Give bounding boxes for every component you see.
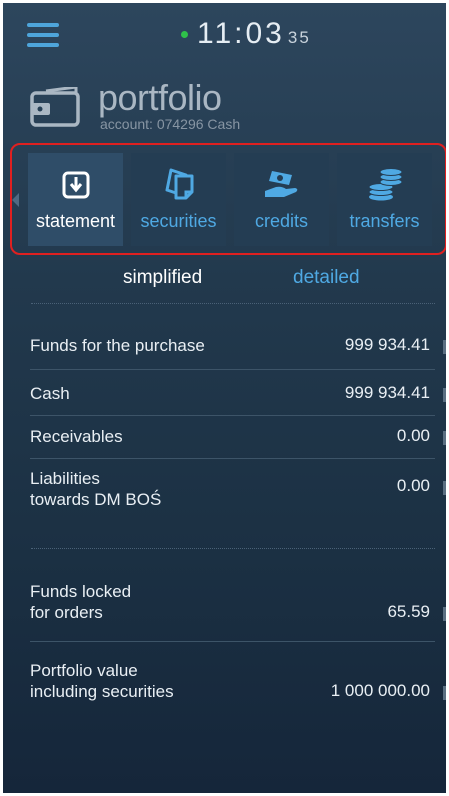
clock: 11:03 35	[197, 17, 311, 51]
divider	[31, 548, 435, 549]
funds-locked-label-line2: for orders	[30, 603, 103, 622]
funds-purchase-label: Funds for the purchase	[30, 336, 205, 355]
divider	[31, 303, 435, 304]
row-edge-marker	[443, 431, 446, 445]
row-edge-marker	[443, 340, 446, 354]
divider	[30, 369, 435, 370]
receivables-label: Receivables	[30, 427, 123, 446]
clock-time: 11:03	[197, 17, 285, 50]
divider	[30, 641, 435, 642]
clock-seconds: 35	[287, 28, 311, 47]
funds-locked-value: 65.59	[387, 602, 430, 621]
tab-securities[interactable]: securities	[131, 153, 226, 246]
download-icon	[62, 171, 89, 199]
cash-value: 999 934.41	[344, 383, 430, 402]
connection-status-dot	[181, 31, 188, 38]
row-edge-marker	[443, 607, 446, 621]
liabilities-label-line1: Liabilities	[30, 469, 100, 488]
app-screen: 11:03 35 portfolio account: 074296 Cash s…	[3, 3, 446, 793]
divider	[30, 415, 435, 416]
row-edge-marker	[443, 388, 446, 402]
tab-credits-label: credits	[254, 211, 308, 231]
tab-transfers[interactable]: transfers	[337, 153, 432, 246]
funds-locked-label: Funds locked for orders	[30, 581, 131, 623]
documents-icon	[165, 168, 193, 200]
tab-securities-label: securities	[140, 211, 217, 231]
funds-purchase-value: 999 934.41	[344, 335, 430, 354]
hamburger-menu-icon[interactable]	[27, 23, 59, 47]
portfolio-value-label-line2: including securities	[30, 682, 174, 701]
scroll-left-arrow-icon[interactable]	[12, 193, 19, 207]
row-edge-marker	[443, 686, 446, 700]
coins-icon	[368, 168, 402, 201]
view-simplified-button[interactable]: simplified	[123, 267, 202, 289]
tab-transfers-label: transfers	[349, 211, 420, 231]
row-edge-marker	[443, 481, 446, 495]
portfolio-value-label: Portfolio value including securities	[30, 660, 174, 702]
liabilities-label: Liabilities towards DM BOŚ	[30, 468, 161, 510]
divider	[30, 458, 435, 459]
cash-label: Cash	[30, 384, 70, 403]
view-detailed-button[interactable]: detailed	[293, 267, 360, 289]
tab-credits[interactable]: credits	[234, 153, 329, 246]
liabilities-value: 0.00	[396, 476, 430, 495]
tab-statement-label: statement	[35, 211, 116, 231]
account-number: account: 074296 Cash	[100, 116, 241, 132]
tab-statement[interactable]: statement	[28, 153, 123, 246]
liabilities-label-line2: towards DM BOŚ	[30, 490, 162, 509]
portfolio-title: portfolio	[98, 77, 222, 118]
receivables-value: 0.00	[396, 426, 430, 445]
portfolio-value: 1 000 000.00	[330, 681, 430, 700]
funds-locked-label-line1: Funds locked	[30, 582, 132, 601]
wallet-icon	[30, 87, 80, 127]
portfolio-value-label-line1: Portfolio value	[30, 661, 138, 680]
hand-money-icon	[264, 171, 297, 197]
